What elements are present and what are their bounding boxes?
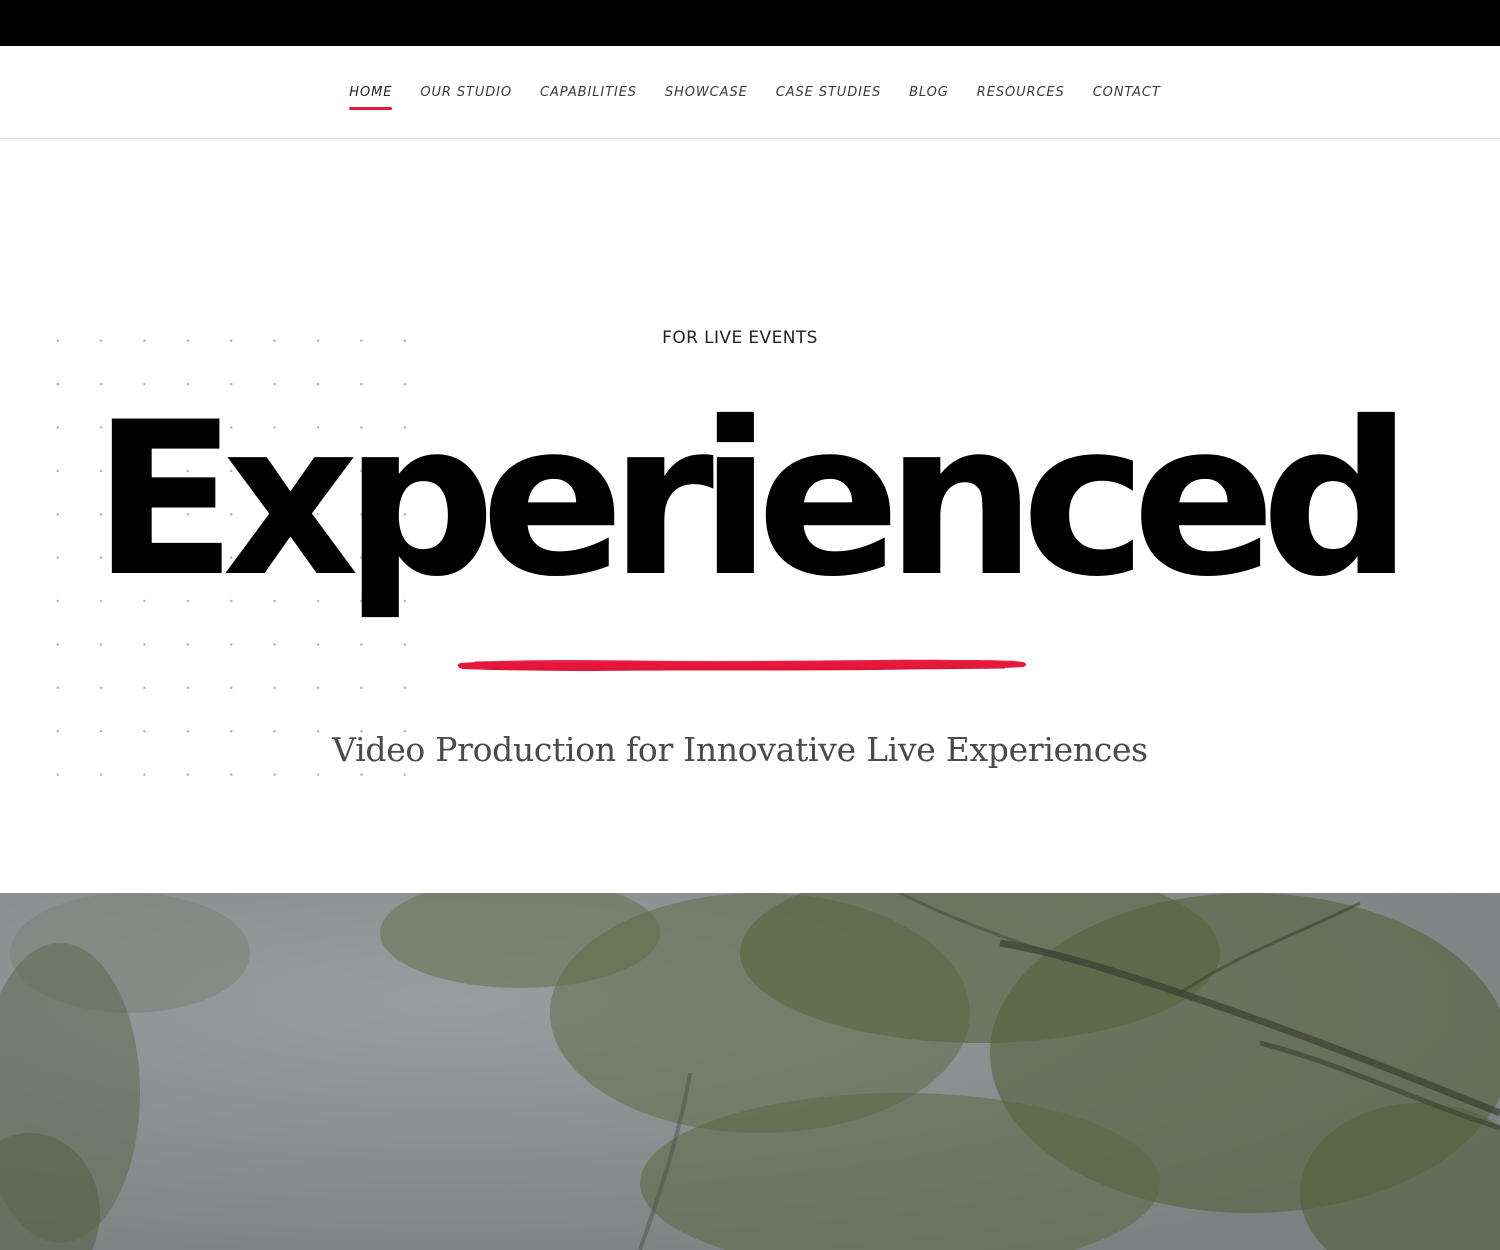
nav-item-resources[interactable]: RESOURCES	[977, 83, 1065, 103]
hero-media-photo	[0, 893, 1500, 1250]
nav-item-capabilities[interactable]: CAPABILITIES	[540, 83, 637, 103]
page: HOME OUR STUDIO CAPABILITIES SHOWCASE CA…	[0, 0, 1500, 1250]
nav-item-blog[interactable]: BLOG	[909, 83, 949, 103]
nav-item-home[interactable]: HOME	[349, 83, 393, 110]
nav-item-our-studio[interactable]: OUR STUDIO	[420, 83, 512, 103]
nav-item-showcase[interactable]: SHOWCASE	[665, 83, 748, 103]
nav-item-contact[interactable]: CONTACT	[1093, 83, 1161, 103]
hero-subtitle: Video Production for Innovative Live Exp…	[332, 730, 1148, 769]
top-bar	[0, 0, 1500, 46]
hero-eyebrow: FOR LIVE EVENTS	[662, 328, 818, 348]
tree-canopy-icon	[0, 893, 1500, 1250]
brush-underline-icon	[457, 659, 1027, 671]
nav-item-case-studies[interactable]: CASE STUDIES	[776, 83, 881, 103]
site-header: HOME OUR STUDIO CAPABILITIES SHOWCASE CA…	[0, 46, 1500, 139]
hero-title: Experienced	[92, 376, 1412, 623]
main-nav: HOME OUR STUDIO CAPABILITIES SHOWCASE CA…	[0, 46, 1500, 139]
